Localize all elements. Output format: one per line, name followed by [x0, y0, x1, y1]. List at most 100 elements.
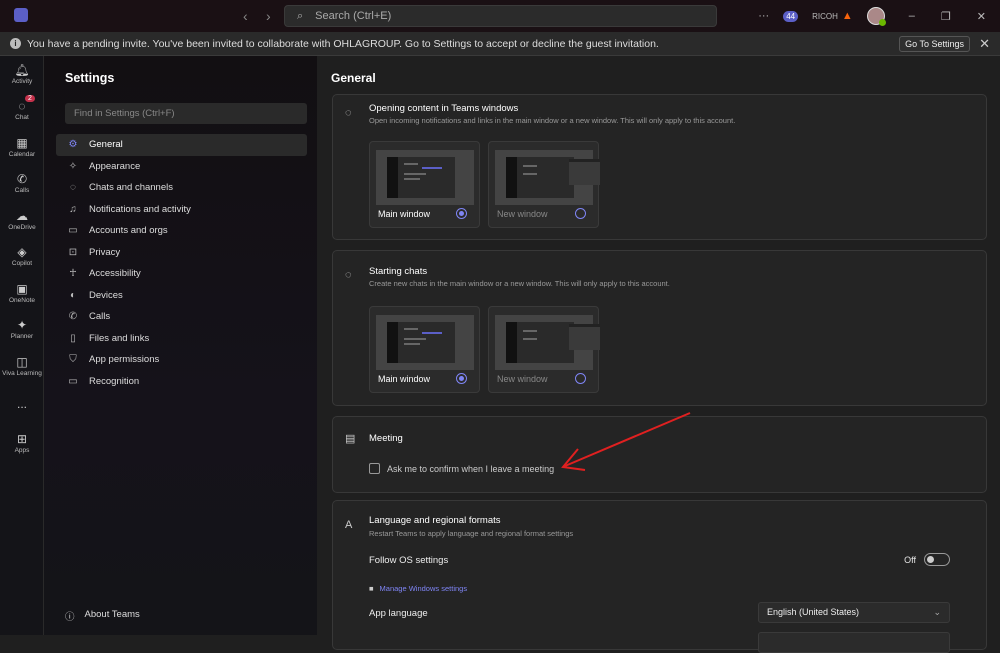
find-in-settings-input[interactable]: Find in Settings (Ctrl+F) [65, 103, 307, 124]
copilot-icon: ◈ [17, 245, 27, 260]
menu-item-accounts-and-orgs[interactable]: ▭ Accounts and orgs [56, 220, 307, 242]
learning-icon: ◫ [16, 354, 28, 369]
regional-format-select[interactable] [758, 632, 950, 653]
org-name: RICOH [812, 11, 838, 21]
more-options-button[interactable]: ··· [758, 10, 769, 22]
radio-unselected[interactable] [575, 208, 586, 219]
card-subtitle: Open incoming notifications and links in… [369, 116, 736, 125]
opening-content-card: ◌ Opening content in Teams windows Open … [332, 94, 987, 240]
plus-icon: ⊞ [16, 431, 28, 446]
rail-item-chat[interactable]: ◌ Chat 2 [0, 93, 44, 130]
windows-icon: ■ [369, 584, 374, 593]
rail-item-activity[interactable]: 🔔︎ Activity [0, 56, 44, 93]
manage-windows-settings-link[interactable]: ■ Manage Windows settings [369, 584, 467, 593]
menu-item-calls[interactable]: ✆ Calls [56, 306, 307, 328]
language-icon: A [345, 519, 353, 531]
menu-item-devices[interactable]: ◐ Devices [56, 285, 307, 307]
teams-logo-icon [14, 8, 28, 22]
card-subtitle: Restart Teams to apply language and regi… [369, 529, 574, 538]
menu-item-app-permissions[interactable]: ⛉ App permissions [56, 349, 307, 371]
rail-item-copilot[interactable]: ◈ Copilot [0, 239, 44, 276]
gear-icon: ⚙ [68, 139, 78, 151]
chat-bubble-icon: ◌ [345, 269, 352, 281]
language-card: A Language and regional formats Restart … [332, 500, 987, 653]
menu-item-files-and-links[interactable]: ▯ Files and links [56, 328, 307, 350]
phone-icon: ✆ [68, 311, 78, 323]
go-to-settings-button[interactable]: Go To Settings [899, 36, 970, 52]
chat-icon: ◌ [18, 99, 26, 114]
back-button[interactable]: ‹ [243, 8, 248, 24]
info-icon: ⓘ [65, 612, 75, 623]
starting-new-window-option[interactable]: New window [488, 306, 600, 393]
rail-item-viva-learning[interactable]: ◫ Viva Learning [0, 348, 44, 385]
close-banner-icon[interactable]: ✕ [979, 36, 990, 52]
menu-item-notifications-and-activity[interactable]: ♫ Notifications and activity [56, 199, 307, 221]
shield-icon: ⛉ [69, 354, 77, 366]
radio-unselected[interactable] [575, 373, 586, 384]
restore-button[interactable]: ❐ [941, 10, 951, 23]
confirm-leave-meeting-checkbox[interactable] [369, 463, 380, 474]
settings-sidebar: Settings Find in Settings (Ctrl+F) ⚙ Gene… [44, 56, 317, 635]
rail-item-calls[interactable]: ✆ Calls [0, 166, 44, 203]
menu-item-accessibility[interactable]: ☥ Accessibility [56, 263, 307, 285]
page-title: General [331, 71, 376, 85]
lock-icon: ⊡ [68, 246, 78, 258]
starting-main-window-option[interactable]: Main window [369, 306, 480, 393]
opening-main-window-option[interactable]: Main window [369, 141, 480, 228]
card-title: Starting chats [369, 266, 428, 277]
accessibility-icon: ☥ [69, 268, 77, 280]
wand-icon: ✧ [68, 160, 78, 172]
rail-item-calendar[interactable]: ▦ Calendar [0, 129, 44, 166]
app-rail: 🔔︎ Activity ◌ Chat 2 ▦ Calendar ✆ Calls ☁ OneDrive… [0, 56, 44, 635]
bell-icon: ♫ [69, 203, 77, 215]
about-teams-link[interactable]: ⓘ About Teams [65, 609, 140, 623]
follow-os-toggle[interactable] [924, 553, 950, 566]
card-title: Opening content in Teams windows [369, 103, 519, 114]
id-card-icon: ▭ [68, 225, 78, 237]
forward-button[interactable]: › [266, 8, 271, 24]
opening-new-window-option[interactable]: New window [488, 141, 600, 228]
rail-item-apps[interactable]: ⊞ Apps [0, 425, 44, 462]
notifications-button[interactable]: 44 [783, 10, 799, 22]
menu-item-general[interactable]: ⚙ General [56, 134, 307, 156]
card-title: Language and regional formats [369, 515, 501, 526]
menu-item-appearance[interactable]: ✧ Appearance [56, 156, 307, 178]
avatar[interactable] [866, 7, 886, 26]
info-icon: i [10, 38, 21, 49]
starting-chats-card: ◌ Starting chats Create new chats in the… [332, 250, 987, 406]
chevron-down-icon: ⌄ [933, 607, 941, 617]
radio-selected[interactable] [456, 208, 467, 219]
search-icon: ⌕ [297, 9, 304, 22]
file-icon: ▯ [70, 332, 76, 344]
planner-icon: ✦ [16, 318, 28, 333]
follow-os-label: Follow OS settings [369, 555, 449, 566]
checkbox-label: Ask me to confirm when I leave a meeting [387, 464, 555, 474]
app-language-label: App language [369, 608, 428, 619]
meeting-card: ▤ Meeting Ask me to confirm when I leave… [332, 416, 987, 493]
rail-item-onedrive[interactable]: ☁ OneDrive [0, 202, 44, 239]
calendar-icon: ▦ [16, 135, 28, 150]
search-input[interactable]: ⌕ Search (Ctrl+E) [284, 5, 717, 27]
settings-title: Settings [65, 71, 115, 85]
chat-bubble-icon: ◌ [345, 107, 352, 119]
rail-item-planner[interactable]: ✦ Planner [0, 312, 44, 349]
menu-item-privacy[interactable]: ⊡ Privacy [56, 242, 307, 264]
chat-badge: 2 [25, 94, 35, 102]
rail-item--[interactable]: ... [0, 385, 44, 422]
rail-item-onenote[interactable]: ▣ OneNote [0, 275, 44, 312]
chat-icon: ◌ [70, 182, 76, 194]
recognition-icon: ▭ [68, 375, 78, 387]
headset-icon: ◐ [69, 289, 77, 301]
settings-content: General ◌ Opening content in Teams windo… [317, 56, 1000, 653]
radio-selected[interactable] [456, 373, 467, 384]
cloud-icon: ☁ [16, 208, 28, 223]
warning-icon[interactable]: ▲ [842, 10, 853, 22]
app-language-select[interactable]: English (United States) ⌄ [758, 602, 950, 623]
close-button[interactable]: ✕ [977, 10, 986, 23]
menu-item-recognition[interactable]: ▭ Recognition [56, 371, 307, 393]
minimize-button[interactable]: – [909, 10, 915, 22]
menu-item-chats-and-channels[interactable]: ◌ Chats and channels [56, 177, 307, 199]
card-title: Meeting [369, 433, 403, 444]
phone-icon: ✆ [16, 172, 28, 187]
title-bar: ‹ › ⌕ Search (Ctrl+E) ··· 44 RICOH ▲ – ❐… [0, 0, 1000, 32]
